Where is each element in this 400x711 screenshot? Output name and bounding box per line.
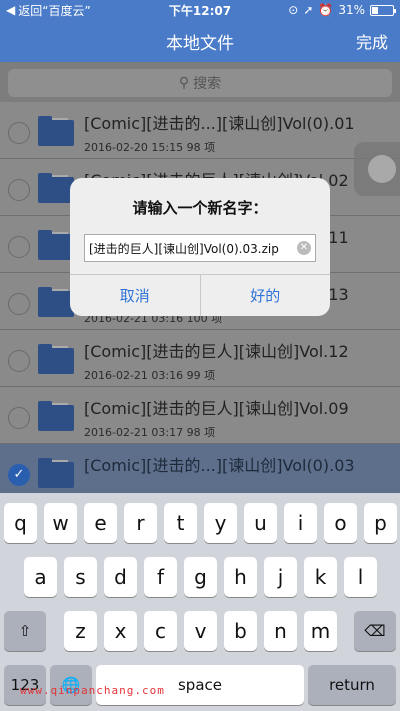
select-checkbox[interactable] (8, 350, 30, 372)
key-s[interactable]: s (64, 557, 97, 597)
folder-icon (38, 401, 74, 431)
key-j[interactable]: j (264, 557, 297, 597)
key-e[interactable]: e (84, 503, 117, 543)
backspace-key[interactable]: ⌫ (354, 611, 396, 651)
select-checkbox[interactable] (8, 236, 30, 258)
watermark: www.qinpanchang.com (20, 684, 165, 697)
status-bar: ◀ 返回“百度云” 下午12:07 ⊙ ➚ ⏰ 31% (0, 0, 400, 20)
folder-icon (38, 344, 74, 374)
folder-icon (38, 173, 74, 203)
key-w[interactable]: w (44, 503, 77, 543)
key-y[interactable]: y (204, 503, 237, 543)
file-name: [Comic][进击的巨人][谏山创]Vol.09 (84, 399, 349, 418)
select-checkbox[interactable]: ✓ (8, 464, 30, 486)
folder-icon (38, 458, 74, 488)
file-name: [Comic][进击的...][谏山创]Vol(0).03 (84, 456, 355, 475)
battery-icon (370, 4, 396, 16)
key-g[interactable]: g (184, 557, 217, 597)
key-l[interactable]: l (344, 557, 377, 597)
dialog-title: 请输入一个新名字： (132, 199, 268, 217)
clear-text-icon[interactable]: ✕ (297, 241, 311, 255)
key-v[interactable]: v (184, 611, 217, 651)
search-bar: ⚲ 搜索 (0, 62, 400, 102)
rename-input-value: [进击的巨人][谏山创]Vol(0).03.zip (89, 241, 279, 256)
list-item[interactable]: [Comic][进击的巨人][谏山创]Vol.09 2016-02-21 03:1… (0, 387, 400, 444)
search-input[interactable]: ⚲ 搜索 (8, 69, 392, 97)
key-n[interactable]: n (264, 611, 297, 651)
key-c[interactable]: c (144, 611, 177, 651)
file-meta: 2016-02-20 15:15 98 项 (84, 141, 216, 154)
search-placeholder: 搜索 (193, 76, 222, 92)
key-o[interactable]: o (324, 503, 357, 543)
key-b[interactable]: b (224, 611, 257, 651)
key-d[interactable]: d (104, 557, 137, 597)
shift-key[interactable]: ⇧ (4, 611, 46, 651)
top-bar: ◀ 返回“百度云” 下午12:07 ⊙ ➚ ⏰ 31% 本地文件 完成 (0, 0, 400, 62)
key-k[interactable]: k (304, 557, 337, 597)
key-t[interactable]: t (164, 503, 197, 543)
nav-bar: 本地文件 完成 (0, 20, 400, 62)
status-time: 下午12:07 (168, 3, 232, 18)
folder-icon (38, 230, 74, 260)
file-meta: 2016-02-21 03:16 99 项 (84, 369, 216, 382)
select-checkbox[interactable] (8, 293, 30, 315)
folder-icon (38, 116, 74, 146)
folder-icon (38, 287, 74, 317)
file-name: [Comic][进击的巨人][谏山创]Vol.12 (84, 342, 349, 361)
return-key[interactable]: return (308, 665, 396, 705)
select-checkbox[interactable] (8, 179, 30, 201)
key-f[interactable]: f (144, 557, 177, 597)
key-h[interactable]: h (224, 557, 257, 597)
key-q[interactable]: q (4, 503, 37, 543)
cancel-button[interactable]: 取消 (70, 275, 200, 316)
done-button[interactable]: 完成 (356, 29, 388, 53)
select-checkbox[interactable] (8, 407, 30, 429)
ok-button[interactable]: 好的 (199, 275, 331, 316)
key-u[interactable]: u (244, 503, 277, 543)
key-a[interactable]: a (24, 557, 57, 597)
rename-dialog: 请输入一个新名字： [进击的巨人][谏山创]Vol(0).03.zip ✕ 取消… (70, 178, 330, 316)
select-checkbox[interactable] (8, 122, 30, 144)
rename-input[interactable]: [进击的巨人][谏山创]Vol(0).03.zip ✕ (84, 234, 316, 262)
search-icon: ⚲ (178, 75, 190, 91)
file-meta: 2016-02-21 03:17 98 项 (84, 426, 216, 439)
key-p[interactable]: p (364, 503, 397, 543)
key-m[interactable]: m (304, 611, 337, 651)
key-x[interactable]: x (104, 611, 137, 651)
page-title: 本地文件 (166, 33, 234, 54)
file-name: [Comic][进击的...][谏山创]Vol(0).01 (84, 114, 355, 133)
key-i[interactable]: i (284, 503, 317, 543)
key-r[interactable]: r (124, 503, 157, 543)
keyboard: q w e r t y u i o p a s d f g h j k l ⇧ z x c v b n m ⌫ 123 🌐 space ret… (0, 493, 400, 711)
list-item[interactable]: [Comic][进击的...][谏山创]Vol(0).01 2016-02-20 … (0, 102, 400, 159)
assistive-touch-button[interactable] (354, 142, 400, 196)
key-z[interactable]: z (64, 611, 97, 651)
list-item[interactable]: [Comic][进击的巨人][谏山创]Vol.12 2016-02-21 03:1… (0, 330, 400, 387)
